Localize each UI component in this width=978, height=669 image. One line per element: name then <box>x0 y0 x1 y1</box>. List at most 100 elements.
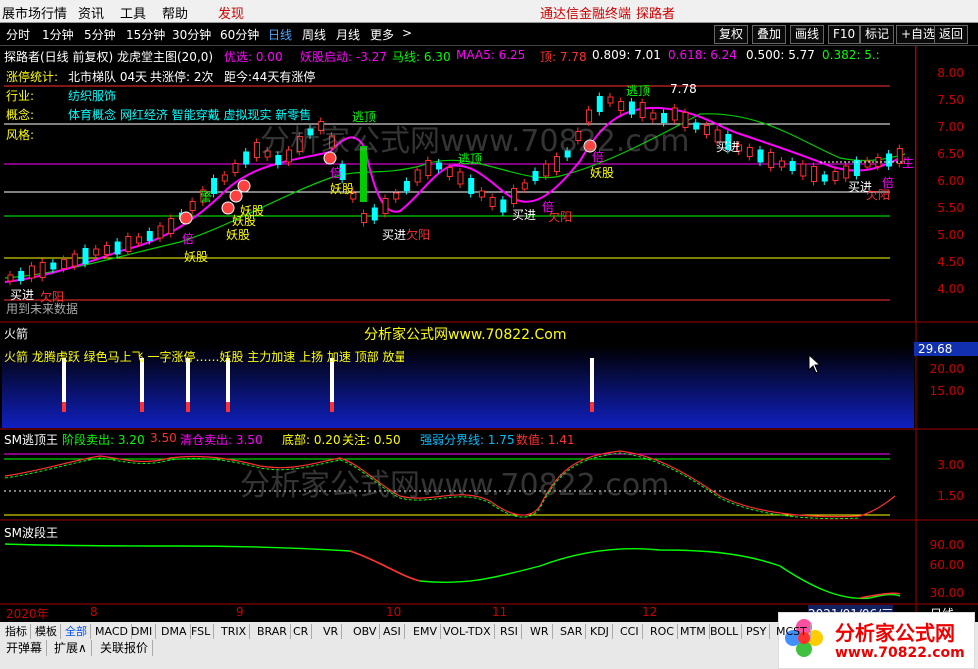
date-label: 9 <box>236 605 244 619</box>
candle-body <box>82 248 89 264</box>
candle-body <box>489 197 496 207</box>
candle-body <box>157 225 164 239</box>
overlay-button[interactable]: 叠加 <box>752 25 787 44</box>
tab-sar[interactable]: SAR <box>557 624 587 639</box>
tab-rsi[interactable]: RSI <box>497 624 522 639</box>
chevron-right-icon[interactable]: > <box>402 26 412 40</box>
period-daily[interactable]: 日线 <box>268 26 292 43</box>
candle-body <box>811 166 818 182</box>
tab-cci[interactable]: CCI <box>617 624 643 639</box>
danmu-button[interactable]: 开弹幕 <box>2 640 48 656</box>
draw-line-button[interactable]: 画线 <box>790 25 825 44</box>
back-button[interactable]: 返回 <box>934 25 969 44</box>
tab-psy[interactable]: PSY <box>743 624 771 639</box>
tab-vr[interactable]: VR <box>320 624 343 639</box>
menu-market[interactable]: 展市场行情 <box>2 3 67 22</box>
candle-body <box>607 96 614 104</box>
tab-macd[interactable]: MACD <box>92 624 132 639</box>
candle-body <box>168 218 175 234</box>
axis-tick: 6.00 <box>937 174 964 188</box>
axis-tick: 30.00 <box>929 586 964 600</box>
period-15min[interactable]: 15分钟 <box>126 26 165 43</box>
expand-button[interactable]: 扩展∧ <box>50 640 92 656</box>
candle-body <box>886 153 893 167</box>
tab-dma[interactable]: DMA <box>158 624 191 639</box>
rocket-flame-icon <box>186 402 190 412</box>
candle-body <box>768 152 775 168</box>
menu-bar: 展市场行情 资讯 工具 帮助 发现 通达信金融终端 探路者 <box>0 0 978 23</box>
tab-roc[interactable]: ROC <box>647 624 678 639</box>
tab-wr[interactable]: WR <box>527 624 553 639</box>
period-1min[interactable]: 1分钟 <box>42 26 74 43</box>
tab-obv[interactable]: OBV <box>350 624 381 639</box>
mouse-cursor-icon <box>808 354 822 374</box>
tab-mcst[interactable]: MCST <box>773 624 811 639</box>
tab-模板[interactable]: 模板 <box>32 624 61 639</box>
candle-body <box>18 271 25 281</box>
date-label: 12 <box>642 605 658 619</box>
tab-kdj[interactable]: KDJ <box>587 624 613 639</box>
tab-asi[interactable]: ASI <box>380 624 405 639</box>
menu-news[interactable]: 资讯 <box>78 3 104 22</box>
tab-全部[interactable]: 全部 <box>62 624 91 639</box>
candle-body <box>596 96 603 112</box>
menu-discover[interactable]: 发现 <box>218 3 244 22</box>
buy-label: 买进 <box>382 228 407 242</box>
adjust-button[interactable]: 复权 <box>714 25 749 44</box>
tab-fsl[interactable]: FSL <box>188 624 215 639</box>
candle-body <box>757 149 764 163</box>
candle-body <box>468 178 475 194</box>
tab-brar[interactable]: BRAR <box>254 624 291 639</box>
tab-mtm[interactable]: MTM <box>677 624 710 639</box>
side-label: 生 <box>902 156 915 170</box>
escape-indicator: 3.50 <box>150 431 177 445</box>
indicator-youxuan: 优选: 0.00 <box>224 50 283 64</box>
tab-dmi[interactable]: DMI <box>128 624 157 639</box>
escape-panel-title: SM逃顶王 <box>4 433 58 447</box>
mark-button[interactable]: 标记 <box>860 25 895 44</box>
axis-tick: 5.50 <box>937 201 964 215</box>
f10-button[interactable]: F10 <box>828 25 861 44</box>
yaogu-label: 妖股 <box>590 166 615 180</box>
buy-label: 买进 <box>512 208 537 222</box>
app-title-link[interactable]: 通达信金融终端 <box>540 3 631 22</box>
rocket-flame-icon <box>62 402 66 412</box>
candle-body <box>832 171 839 181</box>
candle-body <box>500 199 507 213</box>
menu-tools[interactable]: 工具 <box>120 3 146 22</box>
axis-tick: 7.50 <box>937 93 964 107</box>
candle-body <box>382 198 389 214</box>
candle-body <box>93 248 100 256</box>
stock-name-link[interactable]: 探路者 <box>636 3 675 22</box>
concept-label: 概念: <box>6 108 35 122</box>
axis-tick: 5.00 <box>937 228 964 242</box>
candle-body <box>371 207 378 221</box>
period-30min[interactable]: 30分钟 <box>172 26 211 43</box>
tab-emv[interactable]: EMV <box>410 624 441 639</box>
related-quote-button[interactable]: 关联报价 <box>96 640 154 656</box>
indicator-fib-0618: 0.618: 6.24 <box>668 48 737 62</box>
axis-tick: 90.00 <box>929 538 964 552</box>
period-timeline[interactable]: 分时 <box>6 26 30 43</box>
limit-up-count: 共涨停: 2次 <box>150 70 214 84</box>
escape-indicator: 清仓卖出: 3.50 <box>180 433 263 447</box>
period-more[interactable]: 更多 <box>370 26 394 43</box>
candle-body <box>71 253 78 267</box>
tab-indicator[interactable]: 指标 <box>2 624 31 639</box>
tab-cr[interactable]: CR <box>290 624 313 639</box>
menu-help[interactable]: 帮助 <box>162 3 188 22</box>
yin-label: 欠阳 <box>406 228 431 242</box>
candle-body <box>789 161 796 171</box>
period-weekly[interactable]: 周线 <box>302 26 326 43</box>
period-5min[interactable]: 5分钟 <box>84 26 116 43</box>
tab-trix[interactable]: TRIX <box>218 624 251 639</box>
axis-tick: 1.50 <box>937 489 964 503</box>
period-60min[interactable]: 60分钟 <box>220 26 259 43</box>
wave-line <box>4 543 901 600</box>
axis-tick: 20.00 <box>929 362 964 376</box>
axis-tick: 4.50 <box>937 255 964 269</box>
period-monthly[interactable]: 月线 <box>336 26 360 43</box>
tab-boll[interactable]: BOLL <box>707 624 743 639</box>
axis-tick: 4.00 <box>937 282 964 296</box>
tab-vol-tdx[interactable]: VOL-TDX <box>440 624 495 639</box>
